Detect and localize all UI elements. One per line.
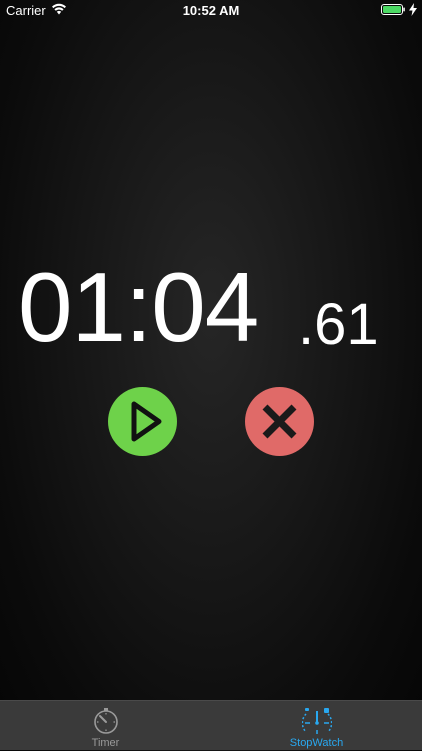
status-time: 10:52 AM [182, 3, 240, 18]
tab-stopwatch-label: StopWatch [289, 737, 344, 749]
timer-icon [94, 708, 118, 734]
elapsed-time: 01:04 [18, 252, 259, 362]
tab-timer-label: Timer [91, 737, 120, 749]
tab-bar: Timer StopWatch [0, 700, 422, 750]
battery-icon [381, 4, 405, 15]
stopwatch-display: 01:04 .61 [0, 252, 422, 362]
close-icon [262, 404, 297, 439]
tab-stopwatch[interactable]: StopWatch [211, 701, 422, 751]
stopwatch-icon [302, 708, 332, 734]
play-button[interactable] [108, 387, 177, 456]
play-icon [131, 401, 162, 442]
charging-bolt-icon [409, 3, 417, 16]
status-bar: Carrier 10:52 AM [0, 0, 422, 22]
reset-button[interactable] [245, 387, 314, 456]
elapsed-hundredths: .61 [298, 292, 379, 357]
tab-timer[interactable]: Timer [0, 701, 211, 751]
